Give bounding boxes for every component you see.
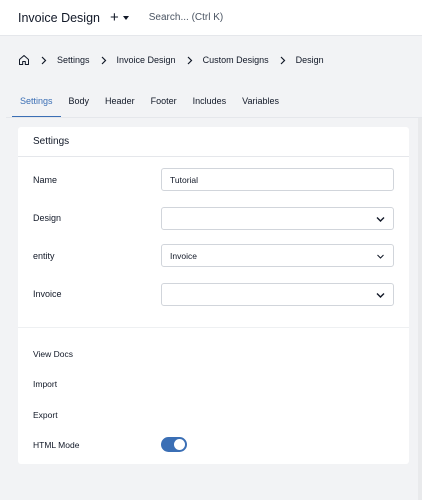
- chevron-down-icon: [376, 252, 385, 259]
- chevron-right-icon: [40, 56, 47, 65]
- html-mode-label: HTML Mode: [33, 440, 80, 450]
- add-new-button[interactable]: +: [110, 10, 129, 25]
- name-field[interactable]: [161, 168, 394, 191]
- view-docs-link[interactable]: View Docs: [33, 349, 73, 359]
- tab-footer[interactable]: Footer: [143, 88, 185, 118]
- chevron-right-icon: [100, 56, 107, 65]
- tab-settings[interactable]: Settings: [12, 88, 61, 118]
- settings-card: Settings Name Design entity Invoice Invo…: [18, 127, 409, 464]
- name-input[interactable]: [170, 174, 393, 185]
- tabs-divider: [6, 117, 422, 118]
- tab-body[interactable]: Body: [61, 88, 98, 118]
- app-title: Invoice Design: [18, 10, 100, 25]
- import-link[interactable]: Import: [33, 379, 57, 389]
- tab-header[interactable]: Header: [97, 88, 143, 118]
- export-link[interactable]: Export: [33, 410, 58, 420]
- card-title: Settings: [18, 127, 409, 157]
- search-input[interactable]: [148, 12, 289, 23]
- breadcrumb: Settings Invoice Design Custom Designs D…: [18, 52, 324, 68]
- chevron-down-icon: [376, 215, 385, 222]
- chevron-right-icon: [279, 56, 286, 65]
- caret-down-icon: [122, 15, 129, 20]
- entity-value: Invoice: [170, 250, 197, 261]
- invoice-select[interactable]: [161, 283, 394, 306]
- breadcrumb-custom-designs[interactable]: Custom Designs: [203, 55, 269, 65]
- breadcrumb-design[interactable]: Design: [296, 55, 324, 65]
- tab-includes[interactable]: Includes: [185, 88, 235, 118]
- design-select[interactable]: [161, 207, 394, 230]
- entity-select[interactable]: Invoice: [161, 244, 394, 267]
- toggle-knob: [174, 439, 185, 450]
- chevron-down-icon: [376, 291, 385, 298]
- design-label: Design: [33, 213, 62, 223]
- scrollbar-track[interactable]: [418, 118, 422, 500]
- name-label: Name: [33, 175, 58, 185]
- tab-bar: Settings Body Header Footer Includes Var…: [12, 88, 287, 118]
- tab-variables[interactable]: Variables: [234, 88, 287, 118]
- html-mode-toggle[interactable]: [161, 437, 187, 452]
- section-divider: [18, 327, 409, 328]
- search-box[interactable]: [148, 12, 289, 23]
- entity-label: entity: [33, 251, 55, 261]
- home-icon[interactable]: [18, 54, 30, 66]
- top-bar: Invoice Design +: [0, 0, 422, 36]
- breadcrumb-invoice-design[interactable]: Invoice Design: [117, 55, 176, 65]
- chevron-right-icon: [186, 56, 193, 65]
- invoice-label: Invoice: [33, 289, 62, 299]
- breadcrumb-settings[interactable]: Settings: [57, 55, 90, 65]
- plus-icon: +: [110, 9, 119, 26]
